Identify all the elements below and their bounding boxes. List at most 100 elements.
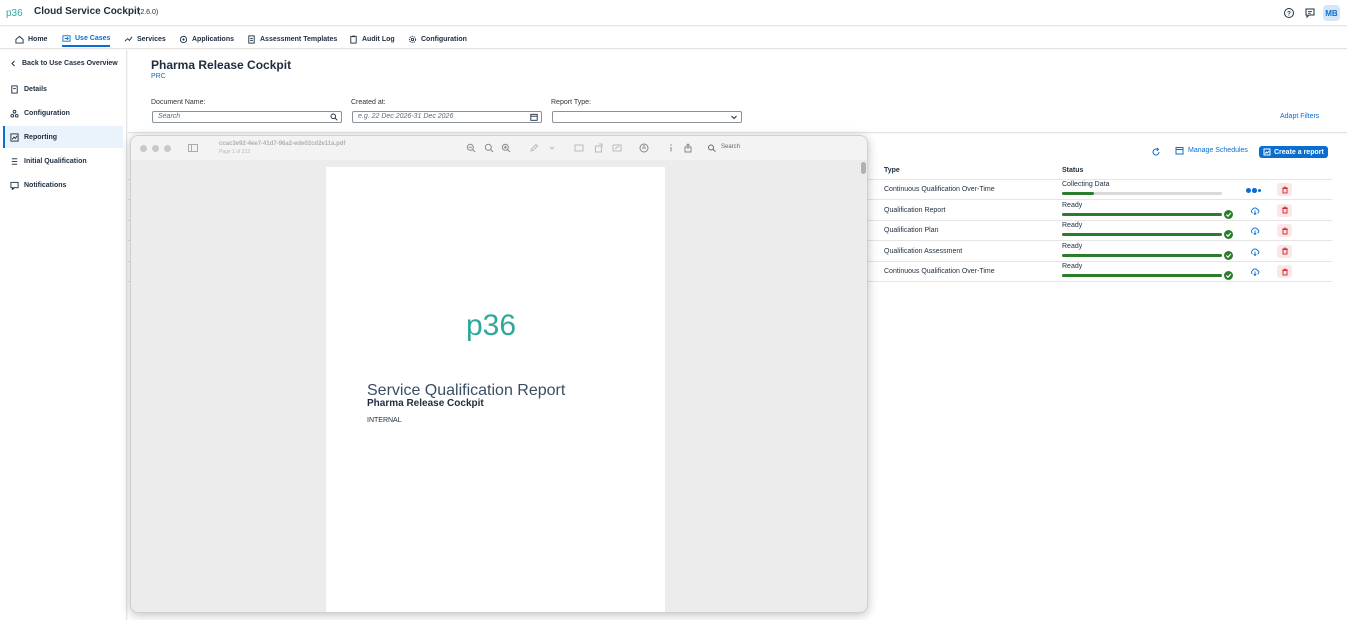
sidebar-item-label: Initial Qualification xyxy=(24,157,87,165)
svg-text:p36: p36 xyxy=(6,8,23,19)
sidebar-item-details[interactable]: Details xyxy=(3,78,123,100)
tab-applications[interactable]: Applications xyxy=(179,31,234,47)
chevron-down-icon[interactable] xyxy=(547,143,557,153)
download-icon[interactable] xyxy=(1250,227,1260,236)
p36-logo: p36 xyxy=(466,309,516,341)
home-icon xyxy=(15,35,24,44)
document-name-input[interactable]: Search xyxy=(152,111,342,123)
column-header-status[interactable]: Status xyxy=(1062,167,1083,174)
trash-icon xyxy=(1281,227,1288,234)
sidebar-item-label: Reporting xyxy=(24,133,58,141)
help-icon[interactable]: ? xyxy=(1283,7,1295,19)
document-name-label: Document Name: xyxy=(151,99,206,106)
zoom-in-icon[interactable] xyxy=(501,143,511,153)
tab-use-cases[interactable]: Use Cases xyxy=(62,31,111,47)
status-label: Ready xyxy=(1062,222,1083,229)
use-cases-icon xyxy=(62,34,71,42)
download-icon[interactable] xyxy=(1250,268,1260,277)
refresh-icon[interactable] xyxy=(1151,147,1161,157)
sidebar-item-label: Details xyxy=(24,85,47,93)
column-header-type[interactable]: Type xyxy=(884,167,900,174)
window-minimize-button[interactable] xyxy=(152,145,159,152)
report-type-cell: Continuous Qualification Over-Time xyxy=(884,186,995,193)
tab-audit-log[interactable]: Audit Log xyxy=(349,31,395,47)
services-icon xyxy=(124,36,133,42)
sidebar: Back to Use Cases Overview Details Confi… xyxy=(0,50,127,620)
pdf-filename: ccac3e92-4ee7-41d7-96a2-ede02cd2e11a.pdf xyxy=(219,141,346,147)
zoom-fit-icon[interactable] xyxy=(484,143,494,153)
status-label: Ready xyxy=(1062,201,1083,209)
pdf-scrollbar[interactable] xyxy=(861,162,866,174)
download-icon[interactable] xyxy=(1250,248,1260,256)
progress-bar xyxy=(1062,253,1222,257)
user-avatar[interactable]: MB xyxy=(1323,5,1340,21)
search-icon[interactable] xyxy=(330,113,338,121)
create-report-button[interactable]: Create a report xyxy=(1259,146,1328,158)
sidebar-item-configuration[interactable]: Configuration xyxy=(3,102,123,124)
page-title: Pharma Release Cockpit xyxy=(151,58,292,72)
sidebar-item-notifications[interactable]: Notifications xyxy=(3,174,123,196)
initial-qualification-icon xyxy=(11,157,18,165)
created-at-input[interactable]: e.g. 22 Dec 2026-31 Dec 2026 xyxy=(352,111,542,123)
chevron-down-icon xyxy=(731,115,737,120)
assessment-templates-icon xyxy=(248,34,255,44)
create-report-icon xyxy=(1263,148,1271,156)
highlight-icon[interactable] xyxy=(574,143,584,153)
tab-assessment-templates[interactable]: Assessment Templates xyxy=(247,31,337,47)
shell-bar: p36 Cloud Service Cockpit (2.6.0) ? MB xyxy=(0,0,1347,26)
zoom-out-icon[interactable] xyxy=(466,143,476,153)
pdf-document-subtitle: Pharma Release Cockpit xyxy=(367,398,484,409)
search-icon[interactable] xyxy=(707,143,717,153)
back-to-overview-link[interactable]: Back to Use Cases Overview xyxy=(10,60,118,67)
success-check-icon xyxy=(1224,209,1233,219)
top-navigation: Home Use Cases Services Applications Ass… xyxy=(0,27,1347,49)
annotate-icon[interactable] xyxy=(612,143,622,153)
sidebar-item-initial-qualification[interactable]: Initial Qualification xyxy=(3,150,123,172)
delete-button[interactable] xyxy=(1277,203,1292,217)
delete-button[interactable] xyxy=(1277,183,1292,196)
markup-icon[interactable] xyxy=(529,143,539,153)
sidebar-toggle-icon[interactable] xyxy=(188,143,198,153)
window-zoom-button[interactable] xyxy=(164,145,171,152)
report-type-cell: Qualification Report xyxy=(884,206,946,214)
window-close-button[interactable] xyxy=(140,145,147,152)
rotate-icon[interactable] xyxy=(594,143,604,153)
pdf-page: p36 Service Qualification Report Pharma … xyxy=(326,167,665,612)
share-icon[interactable] xyxy=(683,143,693,153)
tab-home[interactable]: Home xyxy=(15,31,47,47)
report-type-select[interactable] xyxy=(552,111,742,123)
sidebar-item-label: Configuration xyxy=(24,109,70,117)
manage-schedules-label: Manage Schedules xyxy=(1188,147,1248,154)
pdf-toolbar: ccac3e92-4ee7-41d7-96a2-ede02cd2e11a.pdf… xyxy=(131,136,867,160)
progress-bar xyxy=(1062,233,1222,236)
progress-bar xyxy=(1062,212,1222,216)
success-check-icon xyxy=(1224,250,1233,260)
download-icon[interactable] xyxy=(1250,207,1260,215)
trash-icon xyxy=(1281,206,1288,214)
p36-logo[interactable]: p36 xyxy=(6,6,28,19)
sidebar-item-reporting[interactable]: Reporting xyxy=(3,126,123,148)
tab-services[interactable]: Services xyxy=(124,31,166,47)
tab-label: Use Cases xyxy=(75,34,111,42)
create-report-label: Create a report xyxy=(1274,148,1324,156)
success-check-icon xyxy=(1224,271,1233,280)
page-subtitle: PRC xyxy=(151,73,166,80)
sidebar-item-label: Notifications xyxy=(24,181,67,189)
manage-schedules-button[interactable]: Manage Schedules xyxy=(1175,146,1248,155)
configuration-icon xyxy=(408,35,417,43)
pdf-viewer-window: ccac3e92-4ee7-41d7-96a2-ede02cd2e11a.pdf… xyxy=(130,135,868,613)
tab-label: Home xyxy=(28,35,48,43)
tab-configuration[interactable]: Configuration xyxy=(408,31,467,47)
calendar-icon[interactable] xyxy=(530,113,538,121)
created-at-label: Created at: xyxy=(351,99,386,106)
delete-button[interactable] xyxy=(1277,265,1292,278)
adapt-filters-button[interactable]: Adapt Filters xyxy=(1280,113,1319,120)
feedback-icon[interactable] xyxy=(1304,7,1316,19)
delete-button[interactable] xyxy=(1277,244,1292,258)
progress-bar-fill xyxy=(1062,212,1222,216)
info-icon[interactable] xyxy=(666,143,676,153)
accessibility-icon[interactable] xyxy=(639,143,649,153)
busy-indicator-icon xyxy=(1246,188,1261,193)
delete-button[interactable] xyxy=(1277,224,1292,237)
pdf-search-field[interactable]: Search xyxy=(721,144,740,150)
